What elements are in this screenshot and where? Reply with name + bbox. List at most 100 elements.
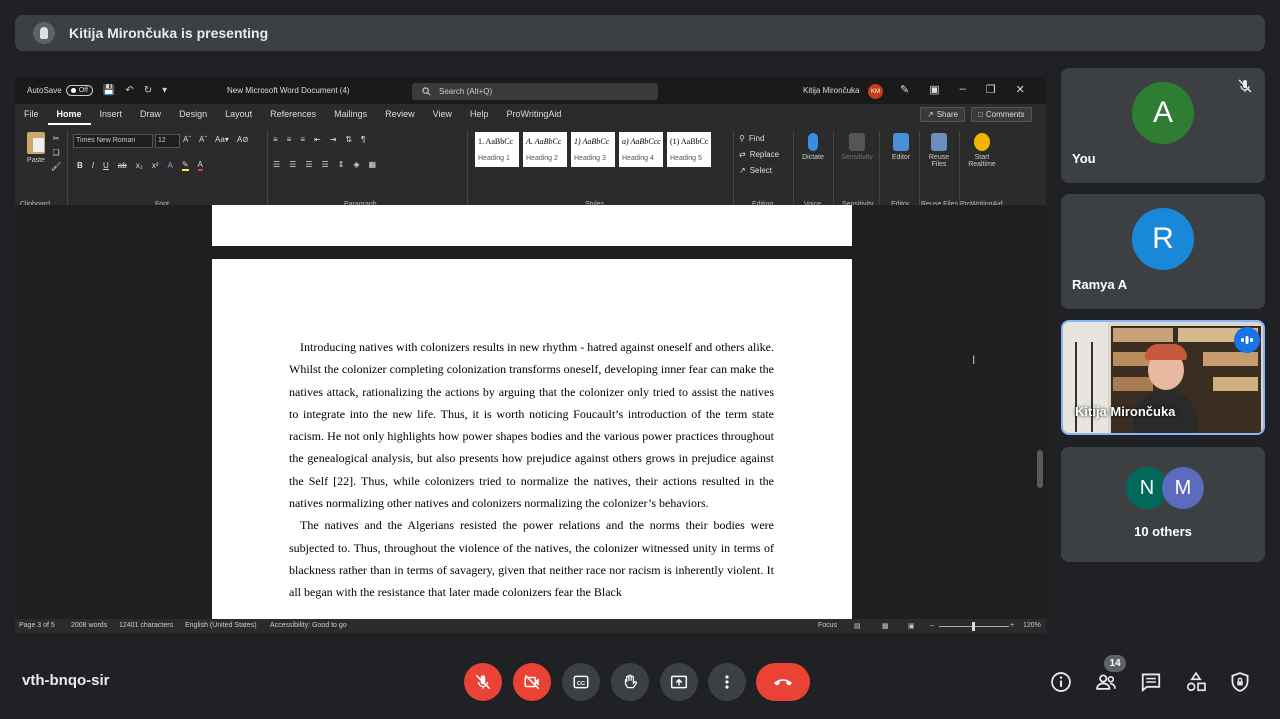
find-button[interactable]: ⚲ Find	[739, 134, 764, 143]
subscript-icon[interactable]: x₂	[136, 161, 143, 170]
word-count[interactable]: 2008 words	[71, 622, 107, 629]
highlight-icon[interactable]: ✎	[181, 160, 189, 171]
tab-draw[interactable]: Draw	[131, 104, 170, 125]
tab-mailings[interactable]: Mailings	[325, 104, 376, 125]
dictate-button[interactable]: Dictate	[795, 133, 831, 161]
undo-icon[interactable]: ↶	[125, 85, 133, 96]
present-button[interactable]	[660, 663, 698, 701]
format-painter-icon[interactable]: 🖌	[51, 162, 61, 171]
align-left-icon[interactable]: ☰	[273, 160, 280, 169]
page-count[interactable]: Page 3 of 5	[19, 622, 55, 629]
participant-tile-you[interactable]: A You	[1061, 68, 1265, 183]
sort-icon[interactable]: ⇅	[345, 135, 352, 144]
justify-icon[interactable]: ☰	[322, 160, 329, 169]
tab-layout[interactable]: Layout	[216, 104, 261, 125]
ribbon-display-icon[interactable]: ▣	[929, 83, 939, 96]
tab-references[interactable]: References	[261, 104, 325, 125]
more-options-button[interactable]	[708, 663, 746, 701]
reuse-files-button[interactable]: Reuse Files	[921, 133, 957, 168]
grow-font-icon[interactable]: Aˆ	[183, 135, 191, 144]
vertical-scrollbar[interactable]	[1035, 205, 1046, 619]
tab-design[interactable]: Design	[170, 104, 216, 125]
tab-insert[interactable]: Insert	[91, 104, 132, 125]
editor-button[interactable]: Editor	[883, 133, 919, 161]
increase-indent-icon[interactable]: ⇥	[330, 135, 337, 144]
read-mode-icon[interactable]: ▤	[854, 622, 861, 630]
account-name[interactable]: Kitija Mirončuka	[803, 86, 859, 95]
italic-icon[interactable]: I	[92, 161, 94, 170]
chat-button[interactable]	[1137, 668, 1165, 696]
scrollbar-thumb[interactable]	[1037, 450, 1043, 488]
page-body[interactable]: Introducing natives with colonizers resu…	[289, 336, 774, 604]
text-effects-icon[interactable]: A	[167, 161, 172, 170]
superscript-icon[interactable]: x²	[152, 161, 159, 170]
bullets-icon[interactable]: ≡	[273, 135, 278, 144]
paragraph[interactable]: The natives and the Algerians resisted t…	[289, 514, 774, 603]
tab-help[interactable]: Help	[461, 104, 498, 125]
pen-icon[interactable]: ✎	[900, 83, 909, 96]
host-controls-button[interactable]	[1226, 668, 1254, 696]
style-heading-3[interactable]: 1) AaBbCc Heading 3	[571, 132, 615, 167]
show-marks-icon[interactable]: ¶	[361, 135, 365, 144]
accessibility-status[interactable]: Accessibility: Good to go	[270, 622, 347, 629]
font-name-box[interactable]: Times New Roman	[73, 134, 153, 148]
change-case-icon[interactable]: Aa▾	[215, 135, 229, 144]
participant-tile-kitija[interactable]: Kitija Mirončuka	[1061, 320, 1265, 435]
decrease-indent-icon[interactable]: ⇤	[314, 135, 321, 144]
underline-icon[interactable]: U	[103, 161, 109, 170]
document-canvas[interactable]: Introducing natives with colonizers resu…	[15, 205, 1035, 619]
captions-button[interactable]: CC	[562, 663, 600, 701]
activities-button[interactable]	[1182, 668, 1210, 696]
raise-hand-button[interactable]	[611, 663, 649, 701]
line-spacing-icon[interactable]: ⇕	[338, 160, 345, 169]
language[interactable]: English (United States)	[185, 622, 257, 629]
style-heading-5[interactable]: (1) AaBbCc Heading 5	[667, 132, 711, 167]
mic-toggle-button[interactable]	[464, 663, 502, 701]
close-icon[interactable]: ✕	[1016, 83, 1025, 96]
tab-view[interactable]: View	[424, 104, 461, 125]
shrink-font-icon[interactable]: Aˇ	[199, 135, 207, 144]
focus-button[interactable]: Focus	[818, 622, 837, 629]
replace-button[interactable]: ⇄ Replace	[739, 150, 779, 159]
bold-icon[interactable]: B	[77, 161, 83, 170]
tab-home[interactable]: Home	[47, 104, 91, 125]
style-heading-1[interactable]: 1. AaBbCc Heading 1	[475, 132, 519, 167]
style-heading-4[interactable]: a) AaBbCcc Heading 4	[619, 132, 663, 167]
zoom-slider-knob[interactable]	[972, 622, 975, 631]
start-realtime-button[interactable]: Start Realtime	[964, 133, 1000, 168]
tab-file[interactable]: File	[15, 104, 48, 125]
redo-icon[interactable]: ↻	[144, 85, 152, 96]
restore-icon[interactable]: ❐	[986, 83, 996, 96]
cut-icon[interactable]: ✂	[53, 134, 60, 143]
share-button[interactable]: ↗ Share	[920, 107, 966, 122]
style-heading-2[interactable]: A. AaBbCc Heading 2	[523, 132, 567, 167]
people-button[interactable]	[1092, 668, 1120, 696]
save-icon[interactable]: 💾	[103, 85, 115, 96]
autosave-toggle[interactable]: Off	[65, 85, 93, 96]
camera-toggle-button[interactable]	[513, 663, 551, 701]
align-right-icon[interactable]: ☰	[305, 160, 312, 169]
sensitivity-button[interactable]: Sensitivity	[839, 133, 875, 161]
font-size-box[interactable]: 12	[155, 134, 180, 148]
numbering-icon[interactable]: ≡	[287, 135, 292, 144]
participant-tile-ramya[interactable]: R Ramya A	[1061, 194, 1265, 309]
minimize-icon[interactable]: –	[960, 83, 966, 96]
search-box[interactable]: Search (Alt+Q)	[412, 83, 658, 100]
tab-review[interactable]: Review	[376, 104, 424, 125]
strikethrough-icon[interactable]: ab	[118, 161, 127, 170]
align-center-icon[interactable]: ☰	[289, 160, 296, 169]
autosave[interactable]: AutoSave Off	[27, 85, 93, 96]
comments-button[interactable]: □ Comments	[971, 107, 1032, 122]
shading-icon[interactable]: ◈	[353, 160, 359, 169]
copy-icon[interactable]: ❏	[52, 148, 59, 157]
borders-icon[interactable]: ▦	[369, 160, 377, 169]
paragraph[interactable]: Introducing natives with colonizers resu…	[289, 336, 774, 514]
web-layout-icon[interactable]: ▣	[908, 622, 915, 630]
print-layout-icon[interactable]: ▦	[882, 622, 889, 630]
leave-call-button[interactable]	[756, 663, 810, 701]
meeting-details-button[interactable]	[1047, 668, 1075, 696]
character-count[interactable]: 12401 characters	[119, 622, 173, 629]
font-color-icon[interactable]: A	[197, 160, 203, 171]
multilevel-icon[interactable]: ≡	[300, 135, 305, 144]
tab-prowritingaid[interactable]: ProWritingAid	[498, 104, 571, 125]
